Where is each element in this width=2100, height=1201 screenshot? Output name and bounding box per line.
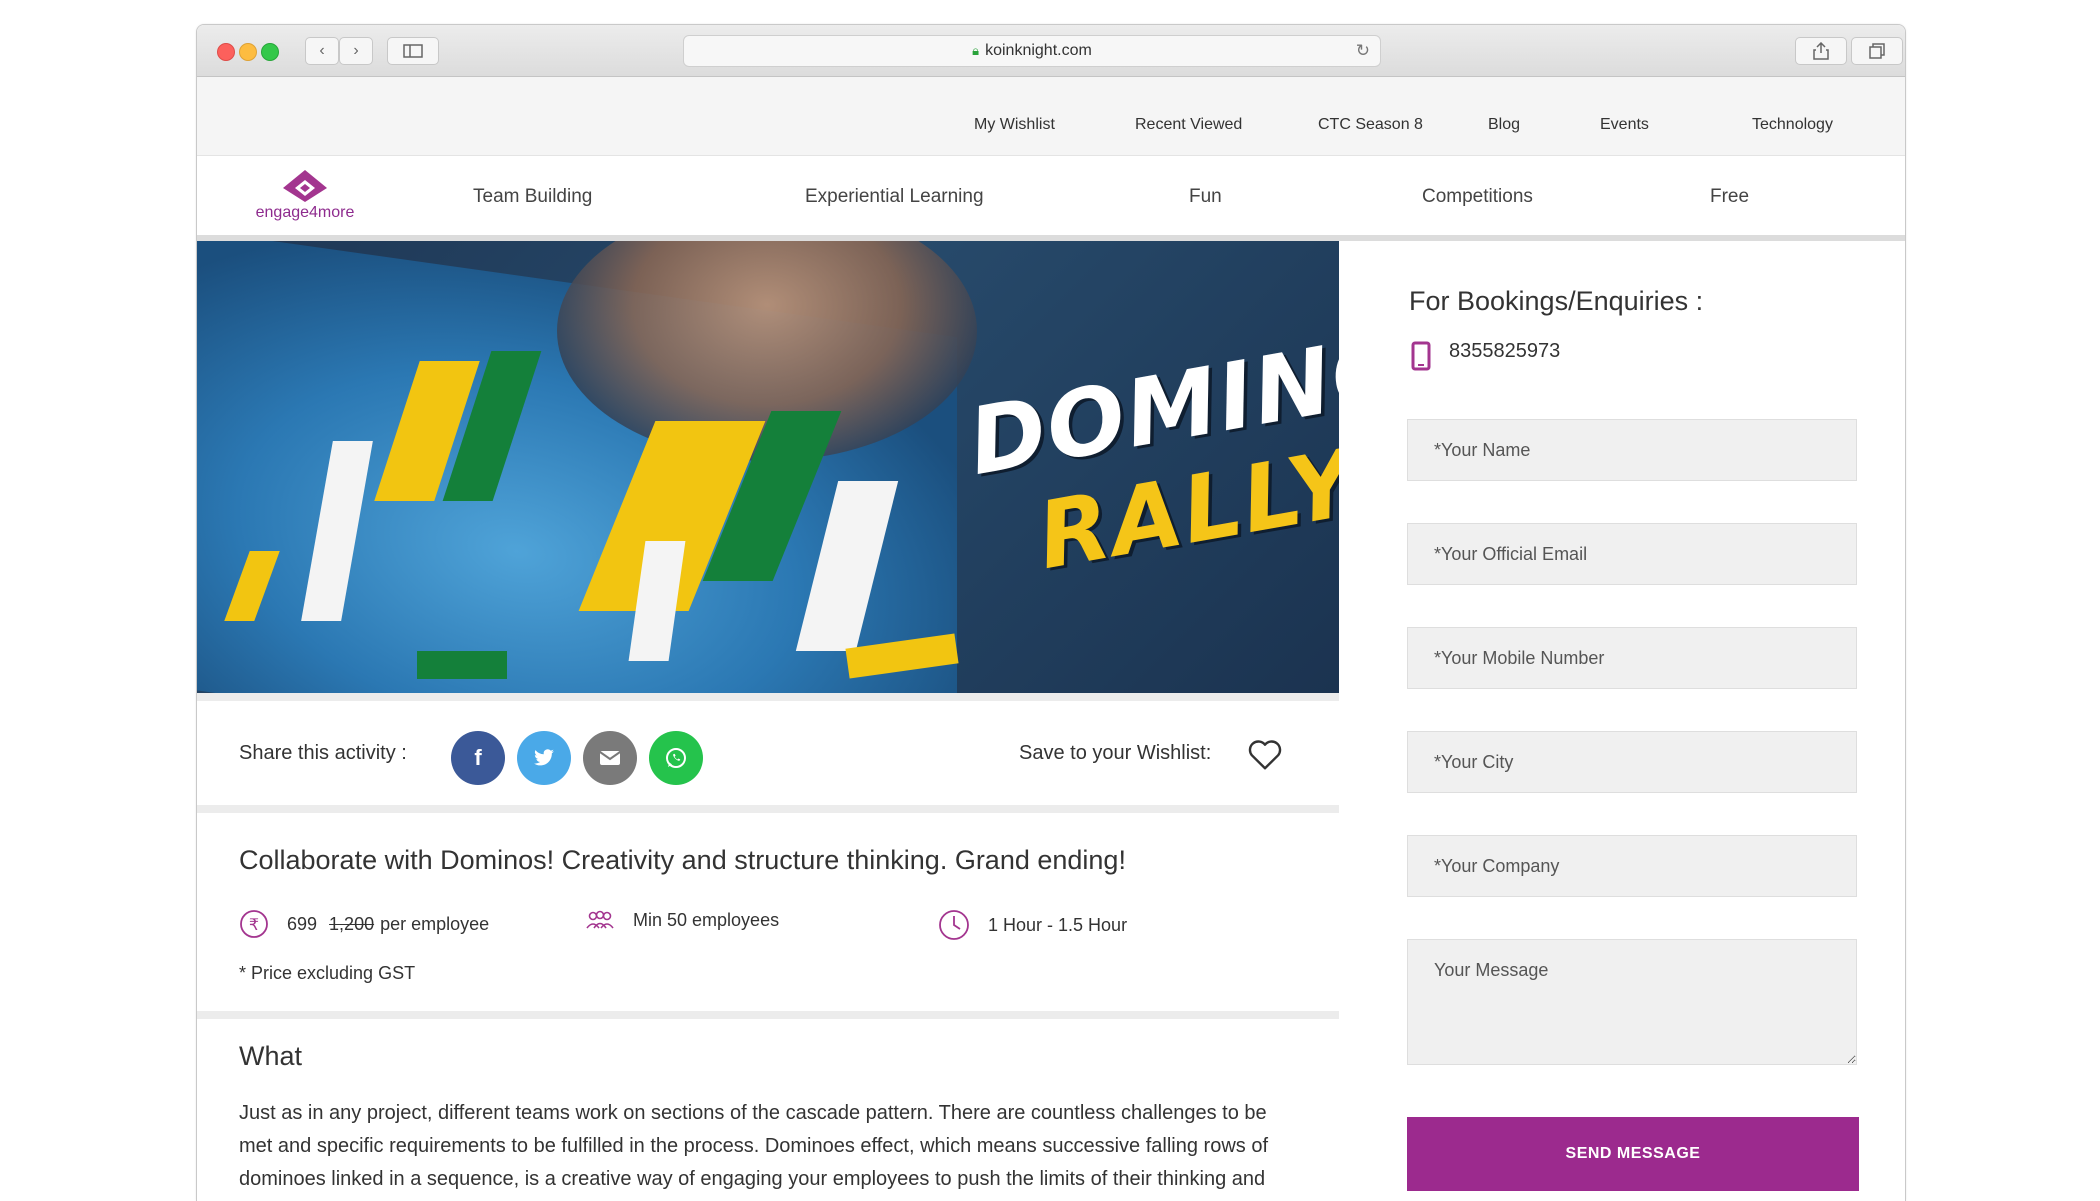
booking-sidebar: For Bookings/Enquiries : 8355825973 SEND… — [1347, 241, 1905, 1201]
nav-competitions[interactable]: Competitions — [1422, 186, 1533, 208]
sidebar-toggle-button[interactable] — [387, 37, 439, 65]
facebook-share-button[interactable]: f — [451, 731, 505, 785]
whatsapp-icon — [666, 748, 686, 768]
close-window-button[interactable] — [217, 43, 235, 61]
activity-headline: Collaborate with Dominos! Creativity and… — [239, 845, 1126, 875]
email-share-button[interactable] — [583, 731, 637, 785]
sidebar-icon — [403, 44, 423, 58]
facebook-icon: f — [474, 745, 482, 770]
browser-window: ‹ › 🔒︎ koinknight.com ↻ My Wishlist Rece… — [196, 24, 1906, 1201]
top-link-recent-viewed[interactable]: Recent Viewed — [1135, 116, 1242, 134]
tabs-icon — [1869, 43, 1885, 59]
reload-icon[interactable]: ↻ — [1356, 41, 1370, 61]
chevron-left-icon: ‹ — [319, 42, 325, 59]
booking-phone-number[interactable]: 8355825973 — [1449, 340, 1560, 363]
svg-text:₹: ₹ — [249, 915, 259, 934]
group-icon — [586, 910, 614, 929]
what-description: Just as in any project, different teams … — [239, 1102, 1269, 1190]
share-icon — [1813, 42, 1829, 60]
logo-icon — [283, 170, 327, 202]
clock-icon — [939, 910, 969, 940]
share-label: Share this activity : — [239, 742, 407, 764]
what-section: What Just as in any project, different t… — [197, 1019, 1339, 1201]
url-text: koinknight.com — [985, 42, 1092, 59]
forward-button[interactable]: › — [339, 37, 373, 65]
heart-icon[interactable] — [1247, 737, 1283, 771]
top-link-blog[interactable]: Blog — [1488, 116, 1520, 134]
price-row: ₹ 699 1,200 per employee — [239, 909, 489, 939]
duration-text: 1 Hour - 1.5 Hour — [988, 914, 1128, 935]
message-field[interactable] — [1407, 939, 1857, 1065]
top-link-technology[interactable]: Technology — [1752, 116, 1833, 134]
hero-image: DOMINO RALLY — [197, 241, 1339, 693]
wishlist-label: Save to your Wishlist: — [1019, 742, 1212, 764]
site-logo[interactable]: engage4more — [245, 166, 365, 226]
nav-free[interactable]: Free — [1710, 186, 1749, 208]
address-bar[interactable]: 🔒︎ koinknight.com ↻ — [683, 35, 1381, 67]
city-field[interactable] — [1407, 731, 1857, 793]
what-heading: What — [239, 1041, 303, 1071]
group-size-row: Min 50 employees — [585, 909, 779, 931]
company-field[interactable] — [1407, 835, 1857, 897]
name-field[interactable] — [1407, 419, 1857, 481]
back-button[interactable]: ‹ — [305, 37, 339, 65]
price-unit: per employee — [380, 913, 490, 934]
booking-heading: For Bookings/Enquiries : — [1409, 286, 1704, 316]
price-value: 699 — [287, 913, 318, 934]
top-links-bar: My Wishlist Recent Viewed CTC Season 8 B… — [197, 77, 1905, 156]
top-link-ctc-season[interactable]: CTC Season 8 — [1318, 116, 1423, 134]
tabs-overview-button[interactable] — [1851, 37, 1903, 65]
group-size-text: Min 50 employees — [633, 909, 780, 930]
domino — [417, 651, 507, 679]
top-link-wishlist[interactable]: My Wishlist — [974, 116, 1055, 134]
nav-fun[interactable]: Fun — [1189, 186, 1222, 208]
nav-experiential-learning[interactable]: Experiential Learning — [805, 186, 984, 208]
mobile-phone-icon — [1411, 341, 1431, 371]
email-field[interactable] — [1407, 523, 1857, 585]
twitter-share-button[interactable] — [517, 731, 571, 785]
maximize-window-button[interactable] — [261, 43, 279, 61]
top-link-events[interactable]: Events — [1600, 116, 1649, 134]
main-navigation: engage4more Team Building Experiential L… — [197, 156, 1905, 241]
logo-text: engage4more — [255, 204, 355, 221]
activity-content: DOMINO RALLY Share this activity : f Sav… — [197, 241, 1339, 1201]
share-panel: Share this activity : f Save to your Wis… — [197, 701, 1339, 805]
chevron-right-icon: › — [353, 42, 359, 59]
browser-toolbar: ‹ › 🔒︎ koinknight.com ↻ — [197, 25, 1905, 77]
twitter-icon — [534, 749, 554, 766]
lock-icon: 🔒︎ — [972, 43, 980, 58]
whatsapp-share-button[interactable] — [649, 731, 703, 785]
duration-row: 1 Hour - 1.5 Hour — [938, 909, 1127, 941]
old-price-value: 1,200 — [329, 913, 375, 934]
share-button[interactable] — [1795, 37, 1847, 65]
nav-team-building[interactable]: Team Building — [473, 186, 592, 208]
mobile-number-field[interactable] — [1407, 627, 1857, 689]
activity-summary-panel: Collaborate with Dominos! Creativity and… — [197, 813, 1339, 1011]
send-message-button[interactable]: SEND MESSAGE — [1407, 1117, 1859, 1191]
gst-note: * Price excluding GST — [239, 963, 416, 983]
email-icon — [599, 751, 621, 765]
rupee-icon: ₹ — [240, 910, 268, 938]
minimize-window-button[interactable] — [239, 43, 257, 61]
